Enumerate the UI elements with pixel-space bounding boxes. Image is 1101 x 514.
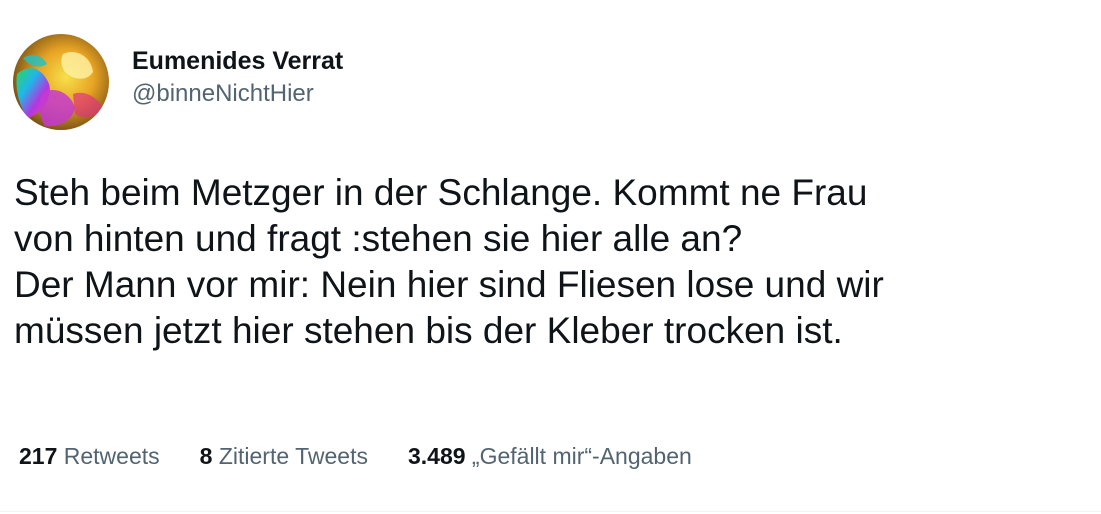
author-handle[interactable]: @binneNichtHier (132, 79, 343, 109)
retweets-label: Retweets (63, 443, 160, 469)
quote-tweets-count: 8 (199, 443, 213, 469)
quote-tweets-label: Zitierte Tweets (218, 443, 368, 469)
author-names: Eumenides Verrat @binneNichtHier (132, 45, 343, 109)
avatar[interactable] (13, 34, 109, 130)
author-display-name[interactable]: Eumenides Verrat (132, 45, 343, 77)
tweet-header: Eumenides Verrat @binneNichtHier (13, 34, 343, 130)
tweet-text-line: von hinten und fragt :stehen sie hier al… (14, 218, 743, 259)
bottom-divider (0, 511, 1101, 512)
tweet-text-line: müssen jetzt hier stehen bis der Kleber … (14, 310, 843, 351)
quote-tweets-stat[interactable]: 8 Zitierte Tweets (200, 440, 368, 472)
likes-label: „Gefällt mir“-Angaben (471, 443, 692, 469)
likes-count: 3.489 (407, 443, 466, 469)
retweets-count: 217 (19, 443, 58, 469)
avatar-image (13, 34, 109, 130)
tweet-text-line: Steh beim Metzger in der Schlange. Kommt… (14, 172, 868, 213)
tweet-text-line: Der Mann vor mir: Nein hier sind Fliesen… (14, 264, 884, 305)
tweet-card: Eumenides Verrat @binneNichtHier Steh be… (0, 0, 1101, 514)
likes-stat[interactable]: 3.489 „Gefällt mir“-Angaben (408, 440, 692, 472)
retweets-stat[interactable]: 217 Retweets (19, 440, 160, 472)
tweet-text: Steh beim Metzger in der Schlange. Kommt… (14, 170, 1094, 354)
tweet-stats: 217 Retweets 8 Zitierte Tweets 3.489 „Ge… (19, 440, 732, 472)
